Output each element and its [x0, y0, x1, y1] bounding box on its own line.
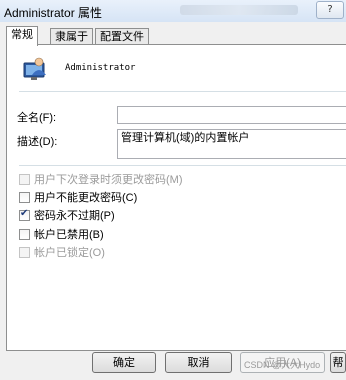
option-account-locked: 帐户已锁定(O): [19, 245, 105, 259]
option-account-disabled[interactable]: 帐户已禁用(B): [19, 227, 104, 241]
tab-general[interactable]: 常规: [6, 26, 38, 46]
option-label: 用户下次登录时须更改密码(M): [34, 174, 183, 186]
checkbox[interactable]: ✔: [19, 207, 30, 221]
separator: [19, 91, 346, 92]
separator: [19, 165, 346, 166]
option-must-change-password: 用户下次登录时须更改密码(M): [19, 172, 183, 186]
option-label: 密码永不过期(P): [34, 210, 115, 222]
full-name-label: 全名(F):: [17, 112, 57, 124]
tab-member-of[interactable]: 隶属于: [50, 28, 93, 45]
description-field[interactable]: 管理计算机(域)的内置帐户: [117, 129, 346, 159]
help-button[interactable]: 帮: [330, 352, 346, 373]
tab-profile[interactable]: 配置文件: [95, 28, 149, 45]
option-label: 帐户已锁定(O): [34, 247, 105, 259]
full-name-field[interactable]: [117, 106, 346, 124]
user-name: Administrator: [65, 63, 136, 73]
general-tab-panel: Administrator 全名(F): 描述(D): 管理计算机(域)的内置帐…: [6, 44, 346, 351]
option-password-never-expires[interactable]: ✔ 密码永不过期(P): [19, 208, 115, 222]
option-label: 帐户已禁用(B): [34, 229, 104, 241]
watermark: CSDN @大大Hydo: [244, 360, 321, 370]
checkbox[interactable]: [19, 191, 30, 203]
option-cannot-change-password[interactable]: 用户不能更改密码(C): [19, 190, 137, 204]
help-title-button[interactable]: ?: [316, 1, 344, 19]
user-monitor-icon: [23, 57, 46, 80]
title-bar: Administrator 属性 ?: [0, 0, 346, 23]
check-mark-icon: ✔: [20, 207, 29, 219]
ok-button[interactable]: 确定: [92, 352, 156, 373]
option-label: 用户不能更改密码(C): [34, 192, 138, 204]
checkbox: [19, 173, 30, 185]
window-title: Administrator 属性: [4, 6, 103, 20]
description-label: 描述(D):: [17, 136, 58, 148]
blurred-title-region: [180, 5, 298, 15]
cancel-button[interactable]: 取消: [165, 352, 232, 373]
checkbox: [19, 246, 30, 258]
checkbox[interactable]: [19, 228, 30, 240]
